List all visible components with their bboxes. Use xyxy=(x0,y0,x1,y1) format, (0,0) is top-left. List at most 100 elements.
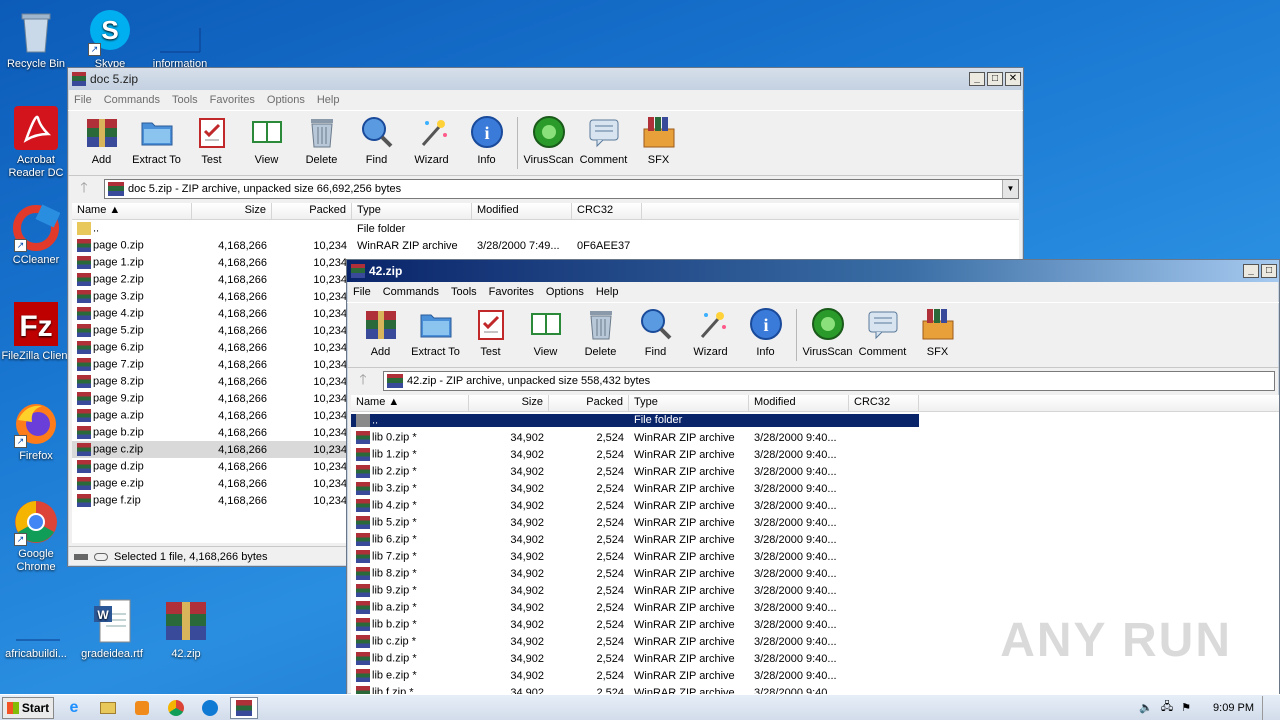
close-button[interactable]: ✕ xyxy=(1005,72,1021,86)
column-crc32[interactable]: CRC32 xyxy=(849,395,919,411)
menu-options[interactable]: Options xyxy=(267,94,305,106)
table-row[interactable]: lib 9.zip * 34,902 2,524 WinRAR ZIP archive… xyxy=(351,582,1279,599)
column-size[interactable]: Size xyxy=(192,203,272,219)
desktop-icon-recycle-bin[interactable]: Recycle Bin xyxy=(0,8,72,71)
table-row[interactable]: lib 6.zip * 34,902 2,524 WinRAR ZIP archive… xyxy=(351,531,1279,548)
comment-button[interactable]: Comment xyxy=(855,307,910,358)
minimize-button[interactable]: _ xyxy=(1243,264,1259,278)
column-size[interactable]: Size xyxy=(469,395,549,411)
menu-favorites[interactable]: Favorites xyxy=(210,94,255,106)
add-button[interactable]: Add xyxy=(74,115,129,166)
table-row[interactable]: lib 2.zip * 34,902 2,524 WinRAR ZIP archive… xyxy=(351,463,1279,480)
desktop-icon-42zip[interactable]: 42.zip xyxy=(150,598,222,661)
column-modified[interactable]: Modified xyxy=(749,395,849,411)
minimize-button[interactable]: _ xyxy=(969,72,985,86)
sfx-box-icon xyxy=(642,115,676,149)
column-crc32[interactable]: CRC32 xyxy=(572,203,642,219)
column-packed[interactable]: Packed xyxy=(549,395,629,411)
column-packed[interactable]: Packed xyxy=(272,203,352,219)
column-type[interactable]: Type xyxy=(352,203,472,219)
table-row[interactable]: page 0.zip 4,168,266 10,234 WinRAR ZIP arch… xyxy=(72,237,1019,254)
zip-file-icon xyxy=(356,448,370,461)
menu-tools[interactable]: Tools xyxy=(451,286,477,298)
info-button[interactable]: i Info xyxy=(738,307,793,358)
menu-help[interactable]: Help xyxy=(317,94,340,106)
delete-button[interactable]: Delete xyxy=(573,307,628,358)
volume-icon[interactable]: 🔈 xyxy=(1139,701,1153,714)
info-button[interactable]: i Info xyxy=(459,115,514,166)
wizard-button[interactable]: Wizard xyxy=(404,115,459,166)
desktop-icon-firefox[interactable]: ↗ Firefox xyxy=(0,400,72,463)
menu-commands[interactable]: Commands xyxy=(383,286,439,298)
column-name[interactable]: Name ▲ xyxy=(72,203,192,219)
winrar-archive-icon xyxy=(162,598,210,646)
table-row[interactable]: lib 1.zip * 34,902 2,524 WinRAR ZIP archive… xyxy=(351,446,1279,463)
extract-to-button[interactable]: Extract To xyxy=(129,115,184,166)
view-button[interactable]: View xyxy=(239,115,294,166)
parent-folder-row[interactable]: .. File folder xyxy=(72,220,1019,237)
maximize-button[interactable]: □ xyxy=(1261,264,1277,278)
table-row[interactable]: lib 5.zip * 34,902 2,524 WinRAR ZIP archive… xyxy=(351,514,1279,531)
zip-file-icon xyxy=(356,669,370,682)
test-button[interactable]: Test xyxy=(184,115,239,166)
find-button[interactable]: Find xyxy=(628,307,683,358)
column-type[interactable]: Type xyxy=(629,395,749,411)
flag-icon[interactable]: ⚑ xyxy=(1181,701,1191,714)
up-arrow-icon[interactable]: 🡑 xyxy=(351,369,375,393)
table-row[interactable]: lib 4.zip * 34,902 2,524 WinRAR ZIP archive… xyxy=(351,497,1279,514)
wizard-button[interactable]: Wizard xyxy=(683,307,738,358)
menu-commands[interactable]: Commands xyxy=(104,94,160,106)
explorer-taskbar-button[interactable] xyxy=(94,697,122,719)
menu-help[interactable]: Help xyxy=(596,286,619,298)
table-row[interactable]: lib 8.zip * 34,902 2,524 WinRAR ZIP archive… xyxy=(351,565,1279,582)
media-player-taskbar-button[interactable] xyxy=(128,697,156,719)
desktop-icon-gradeidea[interactable]: W gradeidea.rtf xyxy=(76,598,148,661)
sfx-button[interactable]: SFX xyxy=(910,307,965,358)
ie-taskbar-button[interactable]: e xyxy=(60,697,88,719)
menu-file[interactable]: File xyxy=(353,286,371,298)
desktop-icon-acrobat[interactable]: Acrobat Reader DC xyxy=(0,104,72,180)
window-titlebar[interactable]: 42.zip _ □ xyxy=(347,260,1279,282)
desktop-icon-information[interactable]: information xyxy=(144,8,216,71)
network-icon[interactable]: 🖧 xyxy=(1161,698,1173,717)
add-button[interactable]: Add xyxy=(353,307,408,358)
comment-button[interactable]: Comment xyxy=(576,115,631,166)
show-desktop-button[interactable] xyxy=(1262,695,1272,720)
table-row[interactable]: lib 0.zip * 34,902 2,524 WinRAR ZIP archive… xyxy=(351,429,1279,446)
find-button[interactable]: Find xyxy=(349,115,404,166)
archive-path-combo[interactable]: doc 5.zip - ZIP archive, unpacked size 6… xyxy=(104,179,1019,199)
view-button[interactable]: View xyxy=(518,307,573,358)
start-button[interactable]: Start xyxy=(2,696,54,719)
chevron-down-icon[interactable]: ▼ xyxy=(1002,180,1018,198)
desktop-icon-filezilla[interactable]: Fz FileZilla Client xyxy=(0,300,72,363)
archive-path-combo[interactable]: 42.zip - ZIP archive, unpacked size 558,… xyxy=(383,371,1275,391)
desktop-icon-skype[interactable]: S ↗ Skype xyxy=(74,8,146,71)
clock[interactable]: 9:09 PM xyxy=(1213,702,1254,714)
table-row[interactable]: lib e.zip * 34,902 2,524 WinRAR ZIP archive… xyxy=(351,667,1279,684)
test-button[interactable]: Test xyxy=(463,307,518,358)
comment-icon xyxy=(866,307,900,341)
column-name[interactable]: Name ▲ xyxy=(351,395,469,411)
menu-options[interactable]: Options xyxy=(546,286,584,298)
desktop-icon-chrome[interactable]: ↗ Google Chrome xyxy=(0,498,72,574)
menu-tools[interactable]: Tools xyxy=(172,94,198,106)
desktop-icon-ccleaner[interactable]: ↗ CCleaner xyxy=(0,204,72,267)
table-row[interactable]: lib 3.zip * 34,902 2,524 WinRAR ZIP archive… xyxy=(351,480,1279,497)
desktop-icon-africabuilding[interactable]: africabuildi... xyxy=(0,598,72,661)
up-arrow-icon[interactable]: 🡑 xyxy=(72,177,96,201)
table-row[interactable]: lib 7.zip * 34,902 2,524 WinRAR ZIP archive… xyxy=(351,548,1279,565)
chrome-taskbar-button[interactable] xyxy=(162,697,190,719)
virusscan-button[interactable]: VirusScan xyxy=(800,307,855,358)
menu-favorites[interactable]: Favorites xyxy=(489,286,534,298)
virusscan-button[interactable]: VirusScan xyxy=(521,115,576,166)
menu-file[interactable]: File xyxy=(74,94,92,106)
maximize-button[interactable]: □ xyxy=(987,72,1003,86)
sfx-button[interactable]: SFX xyxy=(631,115,686,166)
delete-button[interactable]: Delete xyxy=(294,115,349,166)
window-titlebar[interactable]: doc 5.zip _ □ ✕ xyxy=(68,68,1023,90)
column-modified[interactable]: Modified xyxy=(472,203,572,219)
winrar-taskbar-button[interactable] xyxy=(230,696,258,719)
extract-to-button[interactable]: Extract To xyxy=(408,307,463,358)
parent-folder-row[interactable]: .. File folder xyxy=(351,412,1279,429)
edge-taskbar-button[interactable] xyxy=(196,697,224,719)
